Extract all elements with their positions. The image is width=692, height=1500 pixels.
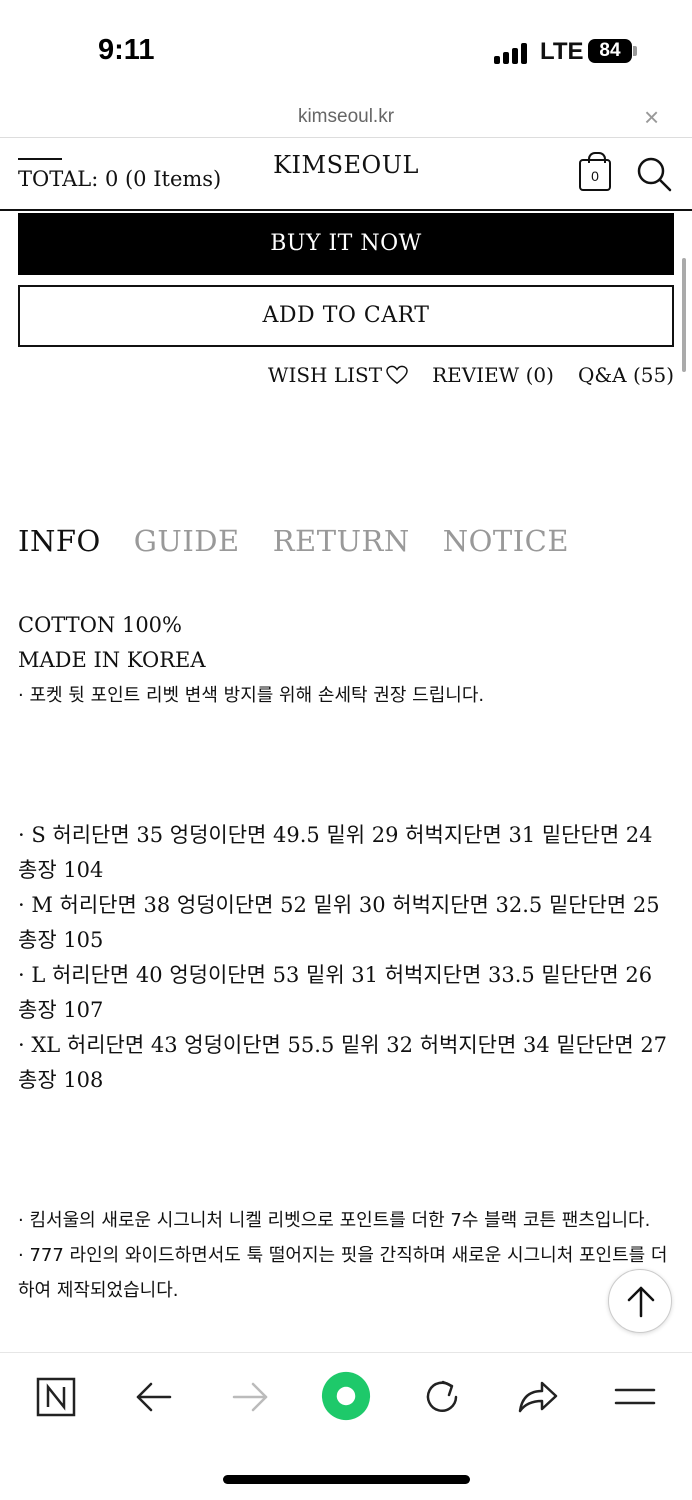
tab-guide[interactable]: GUIDE <box>134 524 240 558</box>
scrollbar[interactable] <box>682 258 686 372</box>
scroll-top-button[interactable] <box>608 1269 672 1333</box>
description-1: · 킴서울의 새로운 시그니처 니켈 리벳으로 포인트를 더한 7수 블랙 코튼… <box>18 1210 651 1231</box>
description-2: · 777 라인의 와이드하면서도 툭 떨어지는 핏을 간직하며 새로운 시그니… <box>18 1245 668 1301</box>
heart-icon <box>386 365 408 385</box>
green-dot-icon[interactable] <box>316 1371 376 1421</box>
home-indicator[interactable] <box>223 1475 470 1484</box>
buy-now-button[interactable]: BUY IT NOW <box>18 213 674 275</box>
tab-return[interactable]: RETURN <box>273 524 410 558</box>
status-bar: 9:11 LTE 84 <box>0 0 692 100</box>
shopping-bag-icon[interactable]: 0 <box>579 152 611 191</box>
product-info: COTTON 100% MADE IN KOREA · 포켓 뒷 포인트 리벳 … <box>18 608 678 1308</box>
url-bar[interactable]: kimseoul.kr × <box>0 100 692 138</box>
status-time: 9:11 <box>98 34 155 66</box>
site-header: TOTAL: 0 (0 Items) KIMSEOUL 0 <box>0 139 692 211</box>
material-text: COTTON 100% <box>18 613 182 637</box>
search-icon[interactable] <box>636 156 672 192</box>
battery-tip <box>633 46 637 56</box>
info-tabs: INFO GUIDE RETURN NOTICE <box>18 524 569 558</box>
size-row-m: · M 허리단면 38 엉덩이단면 52 밑위 30 허벅지단면 32.5 밑단… <box>18 893 667 952</box>
size-row-l: · L 허리단면 40 엉덩이단면 53 밑위 31 허벅지단면 33.5 밑단… <box>18 963 659 1022</box>
product-links: WISH LIST REVIEW (0) Q&A (55) <box>268 363 674 387</box>
network-type: LTE <box>540 38 584 65</box>
menu-icon[interactable] <box>604 1373 664 1423</box>
size-row-s: · S 허리단면 35 엉덩이단면 49.5 밑위 29 허벅지단면 31 밑단… <box>18 823 660 882</box>
forward-arrow-icon[interactable] <box>220 1373 280 1423</box>
add-to-cart-button[interactable]: ADD TO CART <box>18 285 674 347</box>
tab-notice[interactable]: NOTICE <box>443 524 569 558</box>
tab-info[interactable]: INFO <box>18 524 101 558</box>
close-icon[interactable]: × <box>644 102 659 133</box>
arrow-up-icon <box>627 1286 655 1318</box>
wish-list-link[interactable]: WISH LIST <box>268 363 408 387</box>
url-domain[interactable]: kimseoul.kr <box>0 106 692 128</box>
naver-icon[interactable] <box>26 1373 86 1423</box>
reload-icon[interactable] <box>412 1373 472 1423</box>
share-icon[interactable] <box>508 1373 568 1423</box>
wish-list-label: WISH LIST <box>267 363 383 387</box>
qa-link[interactable]: Q&A (55) <box>578 363 674 387</box>
signal-icon <box>494 42 530 64</box>
review-link[interactable]: REVIEW (0) <box>432 363 554 387</box>
care-note: · 포켓 뒷 포인트 리벳 변색 방지를 위해 손세탁 권장 드립니다. <box>18 685 485 706</box>
size-row-xl: · XL 허리단면 43 엉덩이단면 55.5 밑위 32 허벅지단면 34 밑… <box>18 1033 674 1092</box>
back-arrow-icon[interactable] <box>124 1373 184 1423</box>
battery-icon: 84 <box>588 39 632 63</box>
origin-text: MADE IN KOREA <box>18 648 206 672</box>
